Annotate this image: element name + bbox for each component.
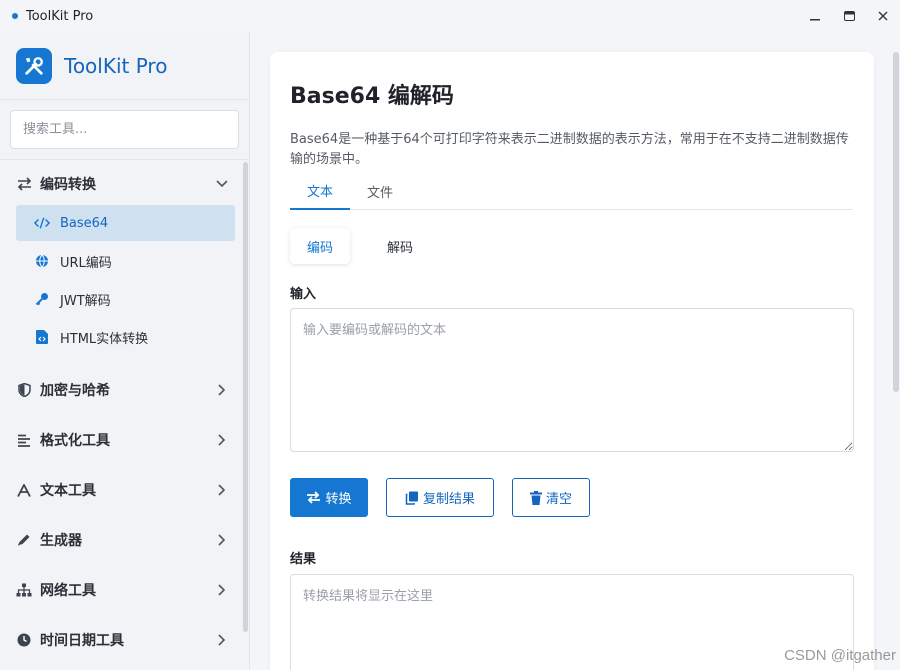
nav-group-format[interactable]: 格式化工具 [0, 415, 242, 465]
sidebar-scrollbar[interactable] [243, 162, 248, 632]
input-label: 输入 [290, 287, 317, 302]
chevron-right-icon [216, 634, 228, 646]
nav-group-text[interactable]: 文本工具 [0, 465, 242, 515]
search-container [0, 100, 249, 160]
arrows-swap-icon [16, 176, 32, 192]
sidebar-item-jwt[interactable]: JWT解码 [16, 281, 235, 317]
copy-icon [405, 491, 418, 505]
maximize-button[interactable] [832, 0, 866, 32]
restore-icon [843, 11, 855, 21]
brand-name: ToolKit Pro [64, 53, 168, 78]
nav-group-label: 格式化工具 [40, 433, 110, 449]
main-scrollbar[interactable] [893, 52, 899, 392]
brand: ToolKit Pro [0, 32, 249, 100]
close-button[interactable] [866, 0, 900, 32]
tab-file[interactable]: 文件 [350, 172, 410, 210]
tab-text[interactable]: 文本 [290, 172, 350, 210]
trash-icon [529, 490, 542, 505]
sidebar-item-url[interactable]: URL编码 [16, 243, 235, 279]
chevron-right-icon [216, 484, 228, 496]
minimize-button[interactable] [798, 0, 832, 32]
chevron-right-icon [216, 384, 228, 396]
convert-button[interactable]: 转换 [290, 478, 368, 517]
nav-group-label: 文本工具 [40, 483, 96, 499]
nav-group-encoding[interactable]: 编码转换 [0, 165, 242, 203]
sidebar-item-label: HTML实体转换 [60, 331, 149, 347]
clock-icon [16, 632, 32, 648]
globe-icon [34, 253, 50, 269]
chevron-right-icon [216, 434, 228, 446]
file-code-icon [34, 329, 50, 345]
chevron-down-icon [216, 178, 228, 190]
window-title: ToolKit Pro [26, 8, 94, 24]
page-title: Base64 编解码 [290, 84, 454, 109]
mode-encode[interactable]: 编码 [290, 228, 350, 264]
tab-bar: 文本 文件 [290, 172, 853, 210]
pen-icon [16, 532, 32, 548]
convert-label: 转换 [325, 492, 352, 507]
window-controls [798, 0, 900, 32]
mode-decode[interactable]: 解码 [370, 228, 430, 264]
nav-group-label: 编码转换 [40, 177, 96, 193]
main-content: Base64 编解码 Base64是一种基于64个可打印字符来表示二进制数据的表… [251, 32, 900, 670]
key-icon [34, 291, 50, 307]
font-icon [16, 482, 32, 498]
nav-group-label: 时间日期工具 [40, 633, 124, 649]
nav-group-label: 网络工具 [40, 583, 96, 599]
minimize-icon [810, 19, 820, 21]
nav-group-crypto[interactable]: 加密与哈希 [0, 365, 242, 415]
app-dot-icon [12, 13, 18, 19]
nav-group-generator[interactable]: 生成器 [0, 515, 242, 565]
watermark: CSDN @itgather [784, 647, 896, 664]
clear-button[interactable]: 清空 [512, 478, 590, 517]
tool-description: Base64是一种基于64个可打印字符来表示二进制数据的表示方法，常用于在不支持… [290, 132, 849, 167]
clear-label: 清空 [545, 492, 572, 507]
copy-result-button[interactable]: 复制结果 [386, 478, 494, 517]
result-label: 结果 [290, 552, 317, 567]
result-textarea[interactable] [290, 574, 854, 670]
sidebar-item-html-entity[interactable]: HTML实体转换 [16, 319, 235, 355]
chevron-right-icon [216, 534, 228, 546]
sidebar-nav: 编码转换 Base64 URL编码 JWT解码 HTML实体转换 加密与哈希 格… [0, 161, 242, 665]
chevron-right-icon [216, 584, 228, 596]
nav-group-label: 加密与哈希 [40, 383, 110, 399]
nav-group-network[interactable]: 网络工具 [0, 565, 242, 615]
nav-group-label: 生成器 [40, 533, 82, 549]
sidebar-item-base64[interactable]: Base64 [16, 205, 235, 241]
title-bar: ToolKit Pro [0, 0, 900, 32]
nav-group-datetime[interactable]: 时间日期工具 [0, 615, 242, 665]
sidebar: ToolKit Pro 编码转换 Base64 URL编码 [0, 32, 250, 670]
sidebar-item-label: JWT解码 [60, 293, 111, 309]
tool-card: Base64 编解码 Base64是一种基于64个可打印字符来表示二进制数据的表… [270, 52, 874, 670]
sidebar-item-label: URL编码 [60, 255, 112, 271]
search-input[interactable] [10, 110, 239, 149]
sidebar-item-label: Base64 [60, 215, 109, 231]
network-icon [16, 582, 32, 598]
code-icon [34, 215, 50, 231]
action-bar: 转换 复制结果 清空 [290, 478, 608, 517]
arrows-swap-icon [307, 491, 321, 504]
mode-switch: 编码 解码 [290, 228, 450, 264]
tools-logo-icon [16, 47, 52, 84]
shield-icon [16, 382, 32, 398]
close-icon [878, 11, 888, 21]
copy-label: 复制结果 [422, 492, 475, 507]
align-left-icon [16, 432, 32, 448]
input-textarea[interactable] [290, 308, 854, 452]
